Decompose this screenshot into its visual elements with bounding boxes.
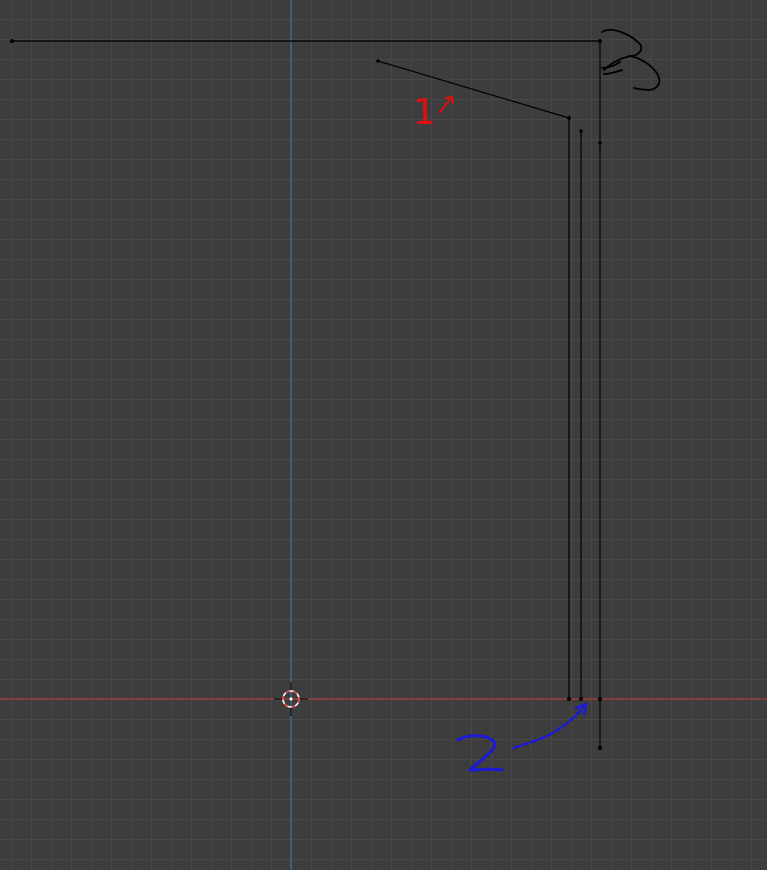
annotation-2: 2: [0, 0, 588, 772]
vertex: [579, 129, 583, 133]
annotation-2-label: [456, 734, 504, 772]
scribble-annotation: [601, 29, 661, 91]
mesh-edge-diagonal: [377, 60, 570, 119]
3d-cursor-icon[interactable]: [274, 682, 308, 716]
vertex: [10, 39, 14, 43]
vertex: [598, 697, 602, 701]
viewport-canvas[interactable]: 1 2: [0, 0, 767, 870]
annotation-1-label: 1: [413, 92, 436, 133]
vertex: [567, 697, 571, 701]
annotation-1: 1: [413, 92, 454, 133]
vertex: [579, 697, 583, 701]
svg-text:2: 2: [0, 0, 1, 1]
vertex: [376, 59, 380, 63]
mesh-edges[interactable]: [12, 40, 601, 748]
vertex: [598, 746, 602, 750]
vertex: [598, 141, 602, 145]
vertex: [567, 116, 571, 120]
3d-viewport[interactable]: 1 2: [0, 0, 767, 870]
mesh-vertices[interactable]: [10, 39, 602, 750]
vertex: [598, 39, 602, 43]
